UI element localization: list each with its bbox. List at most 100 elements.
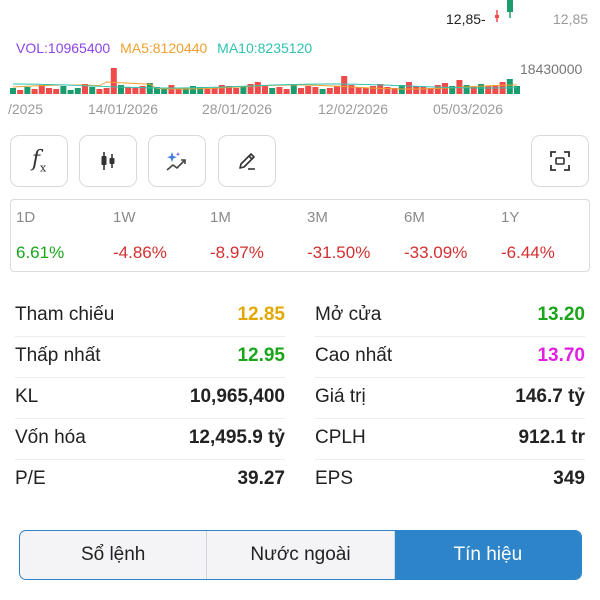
chart-type-button[interactable] [79,135,137,187]
period-label: 1W [113,209,136,226]
volume-bar [31,89,38,94]
stats-row: Vốn hóa 12,495.9 tỷ CPLH 912.1 tr [15,419,585,460]
volume-bar [355,87,362,94]
volume-bar [413,86,420,94]
period-value: -33.09% [404,243,468,262]
stat-value: 12.85 [237,304,285,325]
period-1w[interactable]: 1W -4.86% [108,200,205,271]
ma5-label: MA5:8120440 [120,40,208,56]
stat-label: Cao nhất [315,345,393,366]
period-value: -4.86% [113,243,167,262]
stats-row: Thấp nhất 12.95 Cao nhất 13.70 [15,337,585,378]
volume-bar [362,88,369,94]
period-value: 6.61% [16,243,65,262]
fullscreen-icon [550,151,570,171]
volume-bar [46,88,52,94]
ai-analysis-button[interactable] [148,135,206,187]
volume-bar [370,86,376,94]
stat-value: 13.20 [537,304,585,325]
price-candles [495,0,513,22]
stat-eps: EPS 349 [315,460,585,501]
stat-value: 39.27 [237,468,285,489]
volume-bar [377,84,384,94]
volume-bar [132,88,139,94]
tab-order-book[interactable]: Sổ lệnh [20,531,208,579]
volume-bar [103,88,110,94]
volume-bar [17,90,24,94]
stat-low: Thấp nhất 12.95 [15,337,285,378]
volume-bar [283,89,290,94]
volume-bar [341,76,348,94]
stat-volume: KL 10,965,400 [15,378,285,419]
period-performance: 1D 6.61% 1W -4.86% 1M -8.97% 3M -31.50% … [10,199,590,272]
stats-row: KL 10,965,400 Giá trị 146.7 tỷ [15,378,585,419]
ai-sparkle-icon [166,152,186,171]
volume-bar [305,86,312,94]
stat-label: Giá trị [315,386,366,407]
stat-value: 912.1 tr [518,427,585,448]
volume-axis-max: 18430000 [520,61,583,77]
volume-bar [262,86,268,94]
volume-bar [485,86,492,94]
chart-toolbar: fx [10,135,590,189]
stat-market-cap: Vốn hóa 12,495.9 tỷ [15,419,285,460]
volume-bar [190,86,196,94]
volume-bar [53,89,60,94]
stat-label: Tham chiếu [15,304,115,325]
date-tick: 28/01/2026 [202,101,273,117]
stat-value: 10,965,400 [189,386,285,407]
volume-bar [312,87,319,94]
date-tick: 12/02/2026 [318,101,389,117]
volume-bar [406,82,412,94]
volume-bar [204,89,211,94]
draw-button[interactable] [218,135,276,187]
stat-value: 349 [553,468,585,489]
stat-shares-outstanding: CPLH 912.1 tr [315,419,585,460]
function-glyph: f [31,146,40,172]
stat-label: KL [15,386,39,407]
volume-bar [168,85,175,94]
stat-high: Cao nhất 13.70 [315,337,585,378]
pencil-icon [239,153,255,170]
volume-bar [319,89,326,94]
volume-bar [506,79,513,94]
volume-bar [254,82,261,94]
volume-bar [290,85,297,94]
volume-bar [334,86,340,94]
volume-legend: VOL:10965400 MA5:8120440 MA10:8235120 [16,40,318,56]
price-axis-label: 12,85 [553,11,589,27]
tab-signals[interactable]: Tín hiệu [394,531,581,579]
stat-pe: P/E 39.27 [15,460,285,501]
volume-bar [60,86,67,94]
period-1y[interactable]: 1Y -6.44% [496,200,593,271]
volume-bar [420,87,427,94]
volume-bar [298,88,304,94]
volume-bar [276,87,283,94]
fullscreen-button[interactable] [531,135,589,187]
price-chart[interactable]: 12,85- 12,85 VOL:10965400 MA5:8120440 MA… [0,0,600,125]
volume-bar [110,68,117,94]
stat-label: Vốn hóa [15,427,86,448]
stat-open: Mở cửa 13.20 [315,296,585,337]
period-3m[interactable]: 3M -31.50% [302,200,399,271]
volume-bar [384,87,391,94]
volume-bar [233,88,240,94]
volume-bar [175,89,182,94]
period-1d[interactable]: 1D 6.61% [11,200,108,271]
indicator-button[interactable]: fx [10,135,68,187]
stat-label: CPLH [315,427,366,448]
stat-label: Mở cửa [315,304,382,325]
volume-bar [478,84,484,94]
volume-bar [38,85,45,94]
stat-value: 12,495.9 tỷ [188,427,285,448]
tab-foreign[interactable]: Nước ngoài [207,531,395,579]
period-value: -8.97% [210,243,264,262]
period-value: -31.50% [307,243,371,262]
volume-bar [218,85,225,94]
volume-label: VOL:10965400 [16,40,111,56]
period-6m[interactable]: 6M -33.09% [399,200,496,271]
volume-bar [326,88,333,94]
stat-value: 12.95 [237,345,285,366]
period-1m[interactable]: 1M -8.97% [205,200,302,271]
period-value: -6.44% [501,243,555,262]
